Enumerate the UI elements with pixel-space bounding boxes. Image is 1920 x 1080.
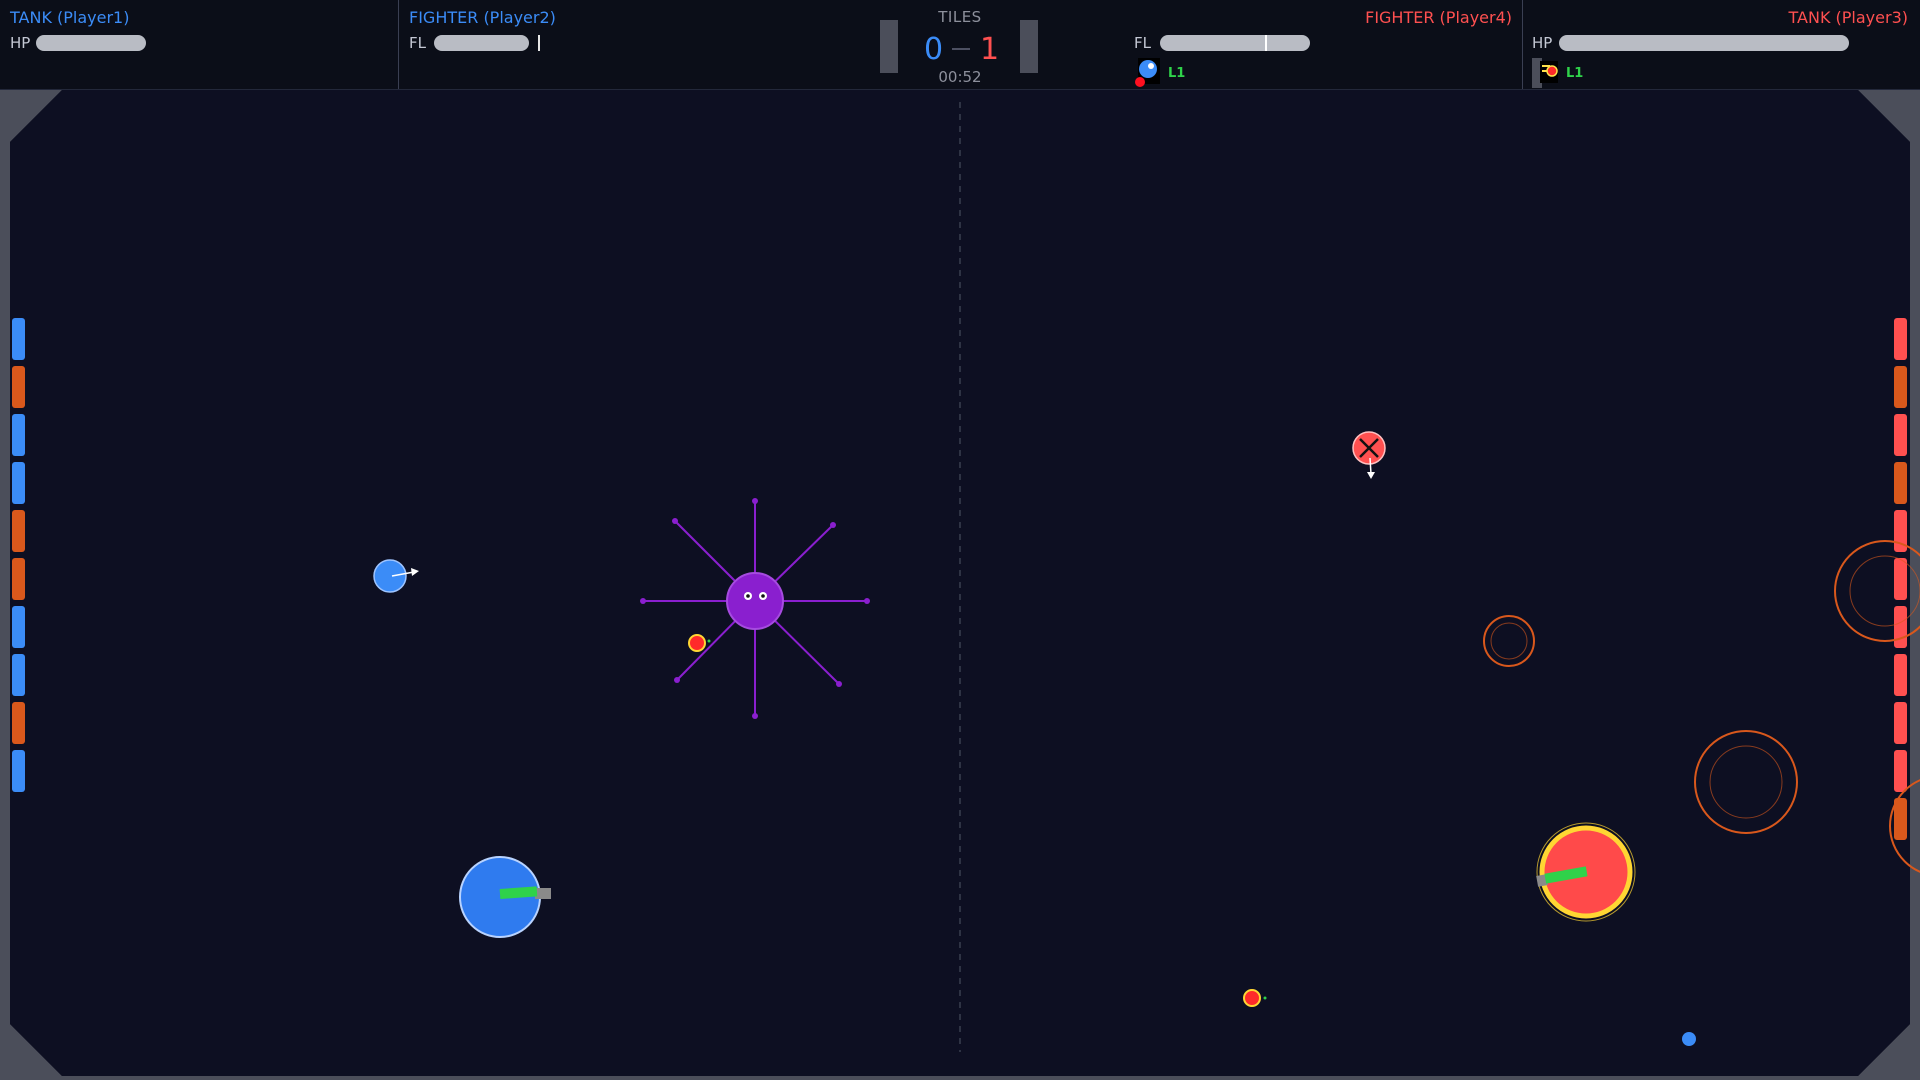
- player3-hp-bar: [1559, 35, 1849, 51]
- scoreboard-right-post: [1020, 20, 1038, 73]
- goal-tile-orange: [12, 702, 25, 744]
- player2-panel: FIGHTER (Player2) FL: [399, 0, 879, 89]
- goal-tile-blue: [12, 606, 25, 648]
- player4-fl-bar: [1160, 35, 1310, 51]
- player2-cooldown-tick: [538, 35, 540, 51]
- goal-tile-red: [1894, 414, 1907, 456]
- score-separator: [952, 48, 970, 50]
- blue-score: 0: [924, 32, 944, 67]
- scoreboard-left-post: [880, 20, 898, 73]
- player4-name: FIGHTER (Player4): [1365, 8, 1512, 27]
- spider-leg-tip: [864, 598, 870, 604]
- spider-leg-tip: [830, 522, 836, 528]
- player4-cooldown-tick: [1265, 35, 1267, 51]
- spider-leg-tip: [836, 681, 842, 687]
- scoreboard: TILES 0 1 00:52: [870, 0, 1050, 89]
- goal-tile-red: [1894, 654, 1907, 696]
- spider-body: [726, 572, 784, 630]
- match-timer: 00:52: [938, 68, 982, 86]
- player2-stat-label: FL: [409, 34, 426, 52]
- goal-tile-blue: [12, 318, 25, 360]
- goal-tile-blue: [12, 414, 25, 456]
- goal-tile-orange: [12, 510, 25, 552]
- player3-ability-icon: [1532, 58, 1558, 88]
- player3-name: TANK (Player3): [1788, 8, 1908, 27]
- player4-ability-icon: [1135, 58, 1160, 87]
- spider-pupil: [761, 594, 765, 598]
- player4-level: L1: [1168, 66, 1186, 81]
- player1-panel: TANK (Player1) HP: [0, 0, 398, 89]
- goal-tile-red: [1894, 558, 1907, 600]
- spider-leg-tip: [752, 713, 758, 719]
- goal-tile-blue: [12, 750, 25, 792]
- player3-panel: TANK (Player3) HP L1: [1523, 0, 1920, 89]
- player4-stat-label: FL: [1134, 34, 1151, 52]
- goal-tile-red: [1894, 750, 1907, 792]
- tiles-label: TILES: [938, 8, 982, 26]
- goal-tile-orange: [12, 366, 25, 408]
- player1-name: TANK (Player1): [10, 8, 130, 27]
- goal-tile-red: [1894, 318, 1907, 360]
- right-goal-tiles: [1894, 318, 1907, 840]
- player3-level: L1: [1566, 66, 1584, 81]
- goal-tile-blue: [12, 462, 25, 504]
- spider-leg-tip: [672, 518, 678, 524]
- goal-tile-orange: [1894, 462, 1907, 504]
- player3-stat-label: HP: [1532, 34, 1553, 52]
- player1-stat-label: HP: [10, 34, 31, 52]
- blue-orb: [1682, 1032, 1696, 1046]
- spider-pupil: [746, 594, 750, 598]
- goal-tile-orange: [1894, 366, 1907, 408]
- spider-leg-tip: [752, 498, 758, 504]
- red-score: 1: [980, 32, 1000, 67]
- blue-fighter-body: [373, 559, 407, 593]
- aim-arrow: [1369, 457, 1372, 475]
- spider-leg-tip: [674, 677, 680, 683]
- goal-tile-blue: [12, 654, 25, 696]
- player2-name: FIGHTER (Player2): [409, 8, 556, 27]
- goal-tile-orange: [12, 558, 25, 600]
- player4-panel: FIGHTER (Player4) FL L1: [1130, 0, 1522, 89]
- blue-tank-turret-tip: [535, 888, 551, 899]
- player1-hp-bar: [36, 35, 146, 51]
- goal-tile-red: [1894, 702, 1907, 744]
- arena[interactable]: [0, 90, 1920, 1080]
- spider-leg-tip: [640, 598, 646, 604]
- goal-tile-red: [1894, 606, 1907, 648]
- player2-fl-bar: [434, 35, 529, 51]
- hud-bar: TANK (Player1) HP FIGHTER (Player2) FL T…: [0, 0, 1920, 90]
